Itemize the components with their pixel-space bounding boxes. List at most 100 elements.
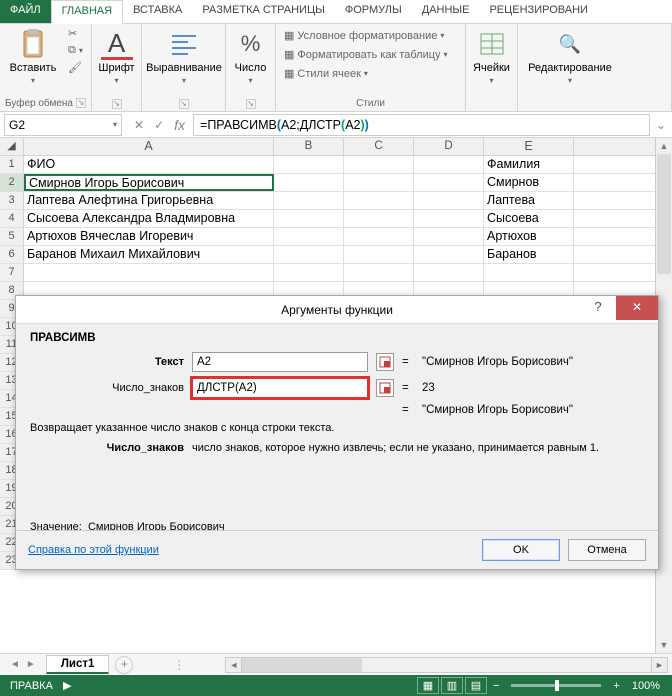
cells-button[interactable]: Ячейки▾	[470, 26, 513, 87]
col-header-d[interactable]: D	[414, 138, 484, 155]
function-help-link[interactable]: Справка по этой функции	[28, 544, 159, 556]
cancel-formula-icon[interactable]: ✕	[134, 118, 144, 132]
zoom-out-button[interactable]: −	[489, 680, 503, 692]
cell[interactable]: Смирнов Игорь Борисович	[24, 174, 274, 191]
cell[interactable]	[344, 210, 414, 227]
number-button[interactable]: %Число▾	[230, 26, 271, 87]
sheet-nav-prev-icon[interactable]: ◄	[10, 659, 20, 670]
row-header[interactable]: 7	[0, 264, 24, 281]
cell[interactable]	[414, 264, 484, 281]
table-row[interactable]: 7	[0, 264, 672, 282]
row-header[interactable]: 4	[0, 210, 24, 227]
tab-layout[interactable]: РАЗМЕТКА СТРАНИЦЫ	[192, 0, 334, 23]
page-layout-view-button[interactable]: ▥	[441, 677, 463, 694]
macro-record-icon[interactable]: ▶	[63, 679, 71, 692]
cell[interactable]: ФИО	[24, 156, 274, 173]
cell[interactable]	[24, 264, 274, 281]
table-row[interactable]: 5 Артюхов Вячеслав Игоревич Артюхов	[0, 228, 672, 246]
cell-styles-button[interactable]: ▦ Стили ячеек ▾	[282, 66, 450, 81]
arg2-ref-button[interactable]	[376, 379, 394, 397]
cell[interactable]	[414, 192, 484, 209]
row-header[interactable]: 5	[0, 228, 24, 245]
cell[interactable]	[274, 174, 344, 191]
cell[interactable]	[344, 174, 414, 191]
normal-view-button[interactable]: ▦	[417, 677, 439, 694]
cell[interactable]	[274, 246, 344, 263]
arg1-ref-button[interactable]	[376, 353, 394, 371]
cut-button[interactable]: ✂	[66, 26, 85, 41]
cell[interactable]	[414, 156, 484, 173]
col-header-a[interactable]: A	[24, 138, 274, 155]
table-row[interactable]: 4 Сысоева Александра Владмировна Сысоева	[0, 210, 672, 228]
arg2-input[interactable]	[192, 378, 368, 398]
col-header-e[interactable]: E	[484, 138, 574, 155]
cell[interactable]	[344, 246, 414, 263]
cell[interactable]: Баранов	[484, 246, 574, 263]
cell[interactable]	[274, 228, 344, 245]
tab-home[interactable]: ГЛАВНАЯ	[51, 0, 123, 24]
select-all-button[interactable]: ◢	[0, 138, 24, 155]
cell[interactable]	[414, 228, 484, 245]
tab-data[interactable]: ДАННЫЕ	[412, 0, 480, 23]
font-launcher-icon[interactable]: ↘	[112, 99, 122, 109]
cell[interactable]	[344, 156, 414, 173]
zoom-in-button[interactable]: +	[609, 680, 623, 692]
arg1-input[interactable]	[192, 352, 368, 372]
cell[interactable]	[344, 192, 414, 209]
copy-button[interactable]: ⧉▾	[66, 43, 85, 58]
cell[interactable]	[414, 210, 484, 227]
cell[interactable]	[274, 192, 344, 209]
cell[interactable]	[484, 264, 574, 281]
table-row[interactable]: 3 Лаптева Алефтина Григорьевна Лаптева	[0, 192, 672, 210]
cell[interactable]	[274, 264, 344, 281]
tab-formulas[interactable]: ФОРМУЛЫ	[335, 0, 412, 23]
name-box[interactable]: G2▾	[4, 114, 122, 136]
cell[interactable]: Лаптева Алефтина Григорьевна	[24, 192, 274, 209]
clipboard-launcher-icon[interactable]: ↘	[76, 98, 86, 108]
cancel-button[interactable]: Отмена	[568, 539, 646, 561]
cell[interactable]: Смирнов	[484, 174, 574, 191]
tab-insert[interactable]: ВСТАВКА	[123, 0, 192, 23]
conditional-formatting-button[interactable]: ▦ Условное форматирование ▾	[282, 28, 450, 43]
formula-input[interactable]: =ПРАВСИМВ(A2;ДЛСТР(A2))	[193, 114, 650, 136]
cell[interactable]	[414, 174, 484, 191]
cell[interactable]: Артюхов	[484, 228, 574, 245]
number-launcher-icon[interactable]: ↘	[246, 99, 256, 109]
row-header[interactable]: 6	[0, 246, 24, 263]
sheet-tab[interactable]: Лист1	[46, 655, 110, 674]
row-header[interactable]: 3	[0, 192, 24, 209]
col-header-c[interactable]: C	[344, 138, 414, 155]
paste-button[interactable]: Вставить ▾	[4, 26, 62, 87]
cell[interactable]: Лаптева	[484, 192, 574, 209]
table-row[interactable]: 2 Смирнов Игорь Борисович Смирнов	[0, 174, 672, 192]
ok-button[interactable]: OK	[482, 539, 560, 561]
cell[interactable]	[274, 210, 344, 227]
tab-file[interactable]: ФАЙЛ	[0, 0, 51, 23]
cell[interactable]	[274, 156, 344, 173]
zoom-level[interactable]: 100%	[626, 680, 666, 692]
fx-icon[interactable]: fx	[174, 117, 185, 133]
zoom-slider[interactable]	[511, 684, 601, 687]
format-painter-button[interactable]: 🖌	[66, 60, 85, 75]
table-row[interactable]: 6 Баранов Михаил Михайлович Баранов	[0, 246, 672, 264]
cell[interactable]: Баранов Михаил Михайлович	[24, 246, 274, 263]
row-header[interactable]: 1	[0, 156, 24, 173]
dialog-close-button[interactable]: ✕	[616, 296, 658, 320]
expand-formula-icon[interactable]: ⌄	[650, 118, 672, 132]
cell[interactable]	[344, 228, 414, 245]
alignment-button[interactable]: Выравнивание▾	[146, 26, 222, 87]
row-header[interactable]: 2	[0, 174, 24, 191]
editing-button[interactable]: 🔍Редактирование▾	[522, 26, 618, 87]
table-row[interactable]: 1 ФИО Фамилия	[0, 156, 672, 174]
page-break-view-button[interactable]: ▤	[465, 677, 487, 694]
sheet-nav-next-icon[interactable]: ►	[26, 659, 36, 670]
tab-review[interactable]: РЕЦЕНЗИРОВАНИ	[479, 0, 597, 23]
cell[interactable]: Фамилия	[484, 156, 574, 173]
format-as-table-button[interactable]: ▦ Форматировать как таблицу ▾	[282, 47, 450, 62]
cell[interactable]: Артюхов Вячеслав Игоревич	[24, 228, 274, 245]
cell[interactable]: Сысоева Александра Владмировна	[24, 210, 274, 227]
font-button[interactable]: AШрифт▾	[96, 26, 137, 87]
align-launcher-icon[interactable]: ↘	[179, 99, 189, 109]
cell[interactable]	[414, 246, 484, 263]
dialog-help-button[interactable]: ?	[582, 296, 614, 320]
